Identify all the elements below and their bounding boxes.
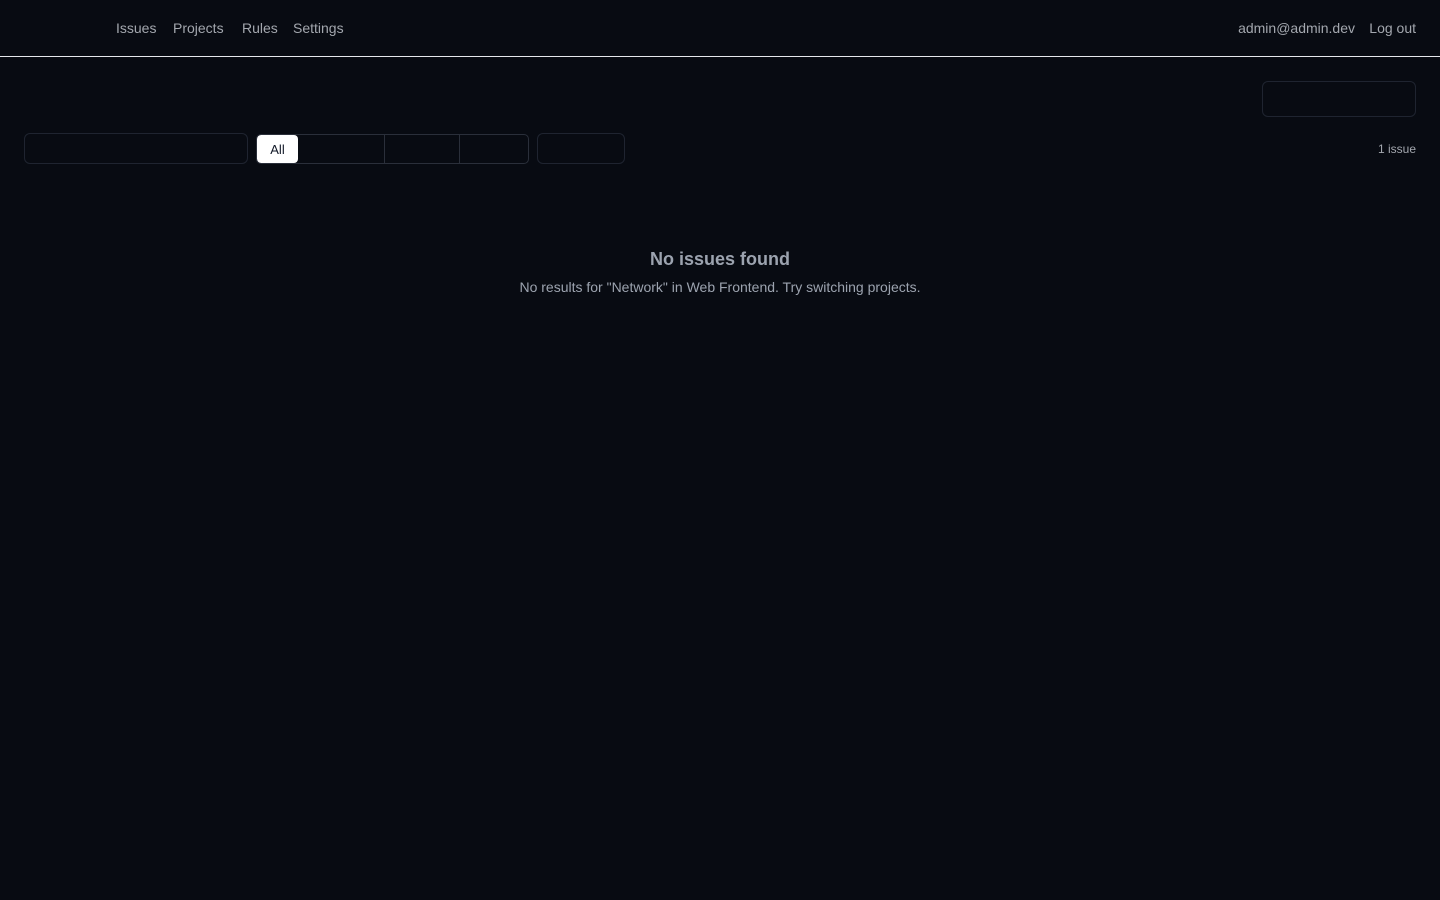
filter-option-4-button[interactable] [460, 135, 528, 163]
sort-select[interactable] [537, 133, 625, 164]
nav-settings[interactable]: Settings [293, 19, 344, 37]
search-input[interactable] [24, 133, 248, 164]
user-email: admin@admin.dev [1238, 20, 1355, 36]
status-filter-group: All [256, 134, 529, 164]
filter-all-button[interactable]: All [257, 135, 298, 163]
nav-projects[interactable]: Projects [173, 19, 224, 37]
primary-action-button[interactable] [1262, 81, 1416, 117]
logout-link[interactable]: Log out [1369, 19, 1416, 37]
nav-issues[interactable]: Issues [116, 19, 156, 37]
empty-state-subtitle: No results for "Network" in Web Frontend… [519, 279, 921, 295]
nav-rules[interactable]: Rules [242, 19, 278, 37]
top-navbar: Issues Projects Rules Settings admin@adm… [0, 0, 1440, 57]
empty-state-title: No issues found [649, 249, 790, 269]
filter-option-2-button[interactable] [298, 135, 385, 163]
brand-logo[interactable] [24, 16, 100, 40]
filter-option-3-button[interactable] [385, 135, 460, 163]
issue-count: 1 issue [1377, 142, 1416, 156]
